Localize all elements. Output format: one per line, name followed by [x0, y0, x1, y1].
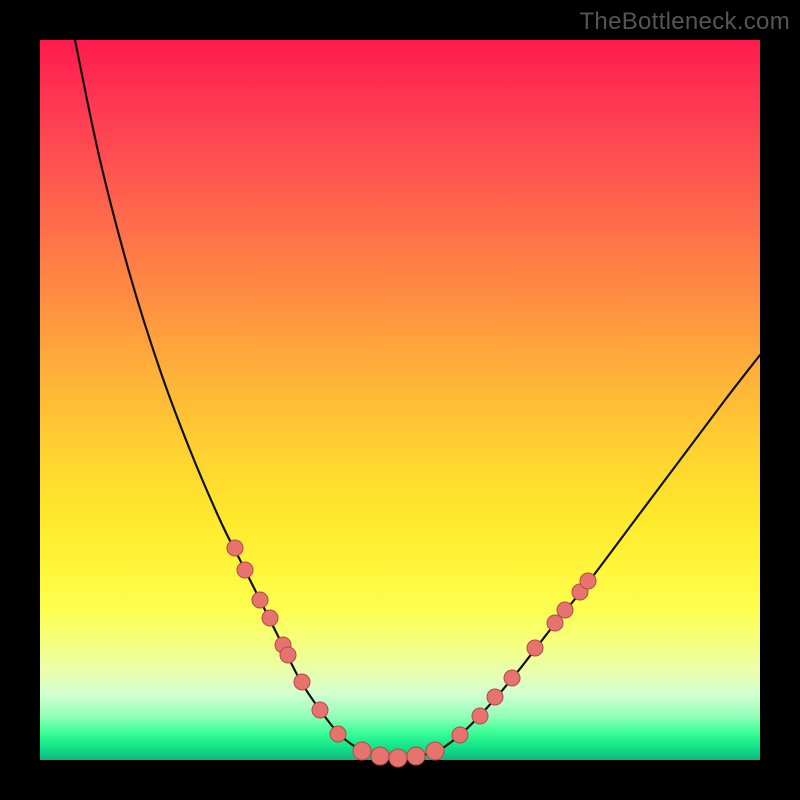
curve-right-branch: [440, 355, 760, 750]
marker-dot: [371, 747, 389, 765]
curve-left-branch: [75, 40, 360, 750]
marker-dot: [527, 640, 543, 656]
marker-dot: [407, 747, 425, 765]
marker-dot: [312, 702, 328, 718]
marker-dot: [472, 708, 488, 724]
marker-dot: [262, 610, 278, 626]
curve-paths: [75, 40, 760, 758]
marker-dot: [227, 540, 243, 556]
marker-dot: [353, 742, 371, 760]
marker-dot: [452, 727, 468, 743]
marker-dot: [547, 615, 563, 631]
curve-svg: [40, 40, 760, 760]
marker-dot: [504, 670, 520, 686]
marker-dot: [330, 726, 346, 742]
plot-area: [40, 40, 760, 760]
marker-dot: [487, 689, 503, 705]
chart-container: TheBottleneck.com: [0, 0, 800, 800]
marker-dot: [237, 562, 253, 578]
marker-dot: [294, 674, 310, 690]
marker-dot: [426, 742, 444, 760]
watermark-text: TheBottleneck.com: [579, 8, 790, 36]
marker-dot: [389, 749, 407, 767]
marker-dot: [580, 573, 596, 589]
marker-dot: [252, 592, 268, 608]
marker-dot: [280, 647, 296, 663]
scatter-dots: [227, 540, 596, 767]
marker-dot: [557, 602, 573, 618]
